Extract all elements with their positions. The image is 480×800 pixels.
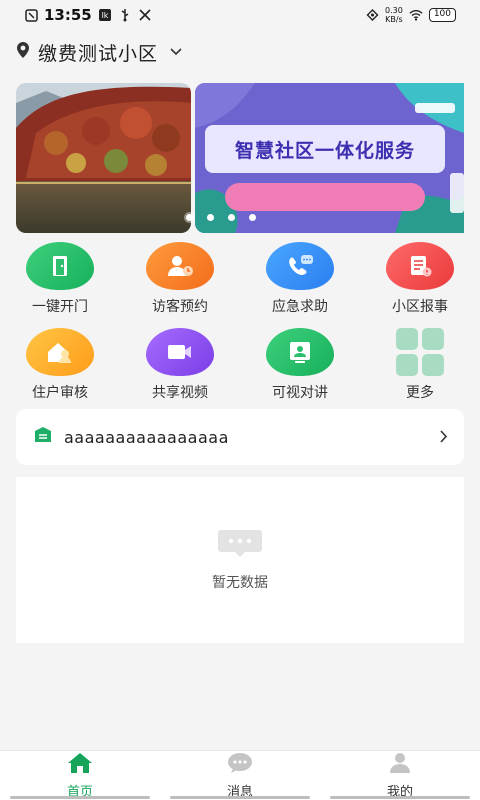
svg-text:lk: lk xyxy=(101,11,108,20)
service-visitor-booking[interactable]: 访客预约 xyxy=(120,242,240,316)
service-label: 小区报事 xyxy=(392,299,448,315)
tab-underline xyxy=(10,796,150,799)
service-label: 一键开门 xyxy=(32,299,88,315)
network-speed: 0.30 KB/s xyxy=(385,6,403,24)
service-label: 访客预约 xyxy=(152,299,208,315)
visitor-icon xyxy=(146,242,214,290)
profile-icon xyxy=(387,752,413,778)
status-bar: 13:55 lk 0.30 KB/s 100 xyxy=(0,0,480,30)
service-video-intercom[interactable]: 可视对讲 xyxy=(240,328,360,402)
intercom-icon xyxy=(266,328,334,376)
notification-icon xyxy=(24,8,38,22)
chevron-right-icon xyxy=(440,427,448,448)
empty-message-icon xyxy=(217,528,263,562)
announcement-icon xyxy=(32,426,54,448)
tab-underline xyxy=(170,796,310,799)
chevron-down-icon xyxy=(170,45,182,60)
empty-state-panel: 暂无数据 xyxy=(16,477,464,643)
video-icon xyxy=(146,328,214,376)
report-icon xyxy=(386,242,454,290)
banner-carousel[interactable]: 智慧社区一体化服务 xyxy=(16,83,464,233)
app-notification-icon: lk xyxy=(98,8,112,22)
service-shared-video[interactable]: 共享视频 xyxy=(120,328,240,402)
service-resident-audit[interactable]: 住户审核 xyxy=(0,328,120,402)
service-more[interactable]: 更多 xyxy=(360,328,480,402)
service-label: 可视对讲 xyxy=(272,385,328,401)
battery-indicator: 100 xyxy=(428,8,456,22)
tab-underline xyxy=(330,796,470,799)
service-label: 住户审核 xyxy=(32,385,88,401)
services-grid: 一键开门 访客预约 应急求助 小区报事 住户审核 共享视频 可视对讲 更多 xyxy=(0,242,480,402)
community-name: 缴费测试小区 xyxy=(38,42,159,65)
home-icon xyxy=(67,752,93,778)
service-community-report[interactable]: 小区报事 xyxy=(360,242,480,316)
notice-bar[interactable]: aaaaaaaaaaaaaaaa xyxy=(16,409,464,465)
phone-chat-icon xyxy=(266,242,334,290)
empty-message: 暂无数据 xyxy=(212,575,268,591)
banner-card-title: 智慧社区一体化服务 xyxy=(234,139,415,162)
carousel-indicator xyxy=(186,214,256,221)
service-label: 更多 xyxy=(406,385,434,401)
bottom-tab-bar: 首页 消息 我的 xyxy=(0,750,480,800)
banner-landscape-image[interactable] xyxy=(16,83,191,233)
location-status-icon xyxy=(365,8,379,22)
usb-icon xyxy=(118,8,132,22)
resident-audit-icon xyxy=(26,328,94,376)
tab-messages[interactable]: 消息 xyxy=(160,751,320,800)
service-emergency-help[interactable]: 应急求助 xyxy=(240,242,360,316)
door-icon xyxy=(26,242,94,290)
message-icon xyxy=(227,752,253,778)
service-open-door[interactable]: 一键开门 xyxy=(0,242,120,316)
carousel-dot[interactable] xyxy=(228,214,235,221)
location-pin-icon xyxy=(16,41,30,63)
service-label: 应急求助 xyxy=(272,299,328,315)
carousel-dot[interactable] xyxy=(186,214,193,221)
notice-text: aaaaaaaaaaaaaaaa xyxy=(64,427,229,447)
status-time: 13:55 xyxy=(44,6,92,24)
wifi-icon xyxy=(409,8,423,22)
carousel-dot[interactable] xyxy=(249,214,256,221)
tab-home[interactable]: 首页 xyxy=(0,751,160,800)
carousel-dot[interactable] xyxy=(207,214,214,221)
more-grid-icon xyxy=(396,328,444,376)
tools-icon xyxy=(138,8,152,22)
banner-service-card[interactable]: 智慧社区一体化服务 xyxy=(195,83,464,233)
tab-profile[interactable]: 我的 xyxy=(320,751,480,800)
community-selector[interactable]: 缴费测试小区 xyxy=(16,36,182,68)
service-label: 共享视频 xyxy=(152,385,208,401)
